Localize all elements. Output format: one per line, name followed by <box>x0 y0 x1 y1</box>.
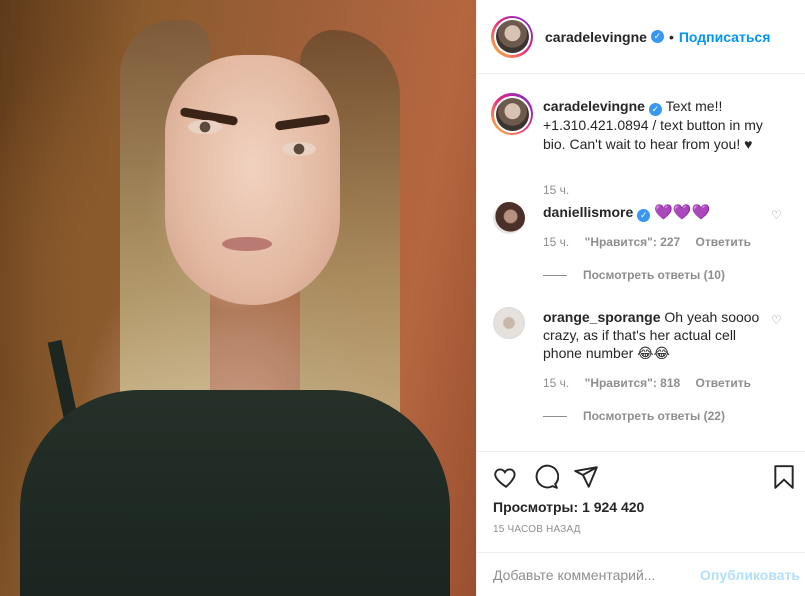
author-username[interactable]: caradelevingne <box>545 29 647 45</box>
view-replies-button[interactable]: Посмотреть ответы (10) <box>543 268 725 282</box>
verified-badge-icon: ✓ <box>648 103 662 116</box>
caption-time[interactable]: 15 ч. <box>543 183 569 197</box>
verified-badge-icon: ✓ <box>650 30 664 43</box>
publish-button[interactable]: Опубликовать <box>700 567 800 583</box>
photo-face <box>165 55 340 305</box>
comment-meta: 15 ч. "Нравится": 227 Ответить <box>543 235 763 249</box>
reply-button[interactable]: Ответить <box>696 376 751 390</box>
reply-button[interactable]: Ответить <box>696 235 751 249</box>
views-label: Просмотры: <box>493 499 579 515</box>
commenter-avatar[interactable] <box>493 202 525 234</box>
view-replies-label: Посмотреть ответы (22) <box>583 409 725 423</box>
comment-item: daniellismore ✓ 💜💜💜 ♡ 15 ч. "Нравится": 2… <box>493 202 793 292</box>
photo-lips <box>222 237 272 251</box>
comment-meta: 15 ч. "Нравится": 818 Ответить <box>543 376 763 390</box>
comment-item: orange_sporange Oh yeah soooo crazy, as … <box>493 307 793 427</box>
bookmark-icon-svg <box>774 465 794 489</box>
comment-body: daniellismore ✓ 💜💜💜 <box>543 203 763 222</box>
caption-avatar[interactable] <box>491 93 533 135</box>
post-sidebar: caradelevingne ✓ • Подписаться caradelev… <box>476 0 805 596</box>
post-timestamp[interactable]: 15 ЧАСОВ НАЗАД <box>493 524 581 535</box>
share-icon[interactable] <box>573 464 601 492</box>
comment-text: 💜💜💜 <box>654 204 711 221</box>
header-separator: • <box>668 28 674 45</box>
caption-username[interactable]: caradelevingne <box>543 98 645 114</box>
replies-divider <box>543 274 567 276</box>
commenter-username[interactable]: daniellismore <box>543 204 633 220</box>
like-comment-heart-icon[interactable]: ♡ <box>771 209 783 221</box>
view-replies-label: Посмотреть ответы (10) <box>583 268 725 282</box>
post-header: caradelevingne ✓ • Подписаться <box>477 0 805 74</box>
comment-input[interactable]: Добавьте комментарий... <box>493 567 655 583</box>
caption-text: caradelevingne ✓ Text me!! +1.310.421.089… <box>543 97 783 154</box>
verified-badge-icon: ✓ <box>637 209 651 222</box>
author-avatar[interactable] <box>491 15 533 58</box>
comment-likes[interactable]: "Нравится": 227 <box>585 235 681 249</box>
follow-button[interactable]: Подписаться <box>679 29 771 45</box>
post-actions: Просмотры: 1 924 420 15 ЧАСОВ НАЗАД <box>477 451 805 551</box>
like-comment-heart-icon[interactable]: ♡ <box>771 314 783 326</box>
comments-section[interactable]: caradelevingne ✓ Text me!! +1.310.421.089… <box>477 75 805 451</box>
comment-body: orange_sporange Oh yeah soooo crazy, as … <box>543 308 763 362</box>
view-replies-button[interactable]: Посмотреть ответы (22) <box>543 409 725 423</box>
replies-divider <box>543 415 567 417</box>
comment-icon[interactable] <box>533 464 561 492</box>
photo-eye-left <box>188 120 222 134</box>
post-media-video[interactable] <box>0 0 476 596</box>
author-avatar-image <box>495 20 529 53</box>
comment-time[interactable]: 15 ч. <box>543 376 569 390</box>
share-icon-svg <box>574 466 598 488</box>
heart-icon[interactable] <box>493 464 521 492</box>
photo-top <box>20 390 450 596</box>
header-text: caradelevingne ✓ • Подписаться <box>545 29 770 45</box>
comment-likes[interactable]: "Нравится": 818 <box>585 376 681 390</box>
commenter-avatar[interactable] <box>493 307 525 339</box>
heart-icon-svg <box>494 468 516 488</box>
views-count[interactable]: Просмотры: 1 924 420 <box>493 499 644 515</box>
add-comment-bar: Добавьте комментарий... Опубликовать <box>477 552 805 596</box>
commenter-username[interactable]: orange_sporange <box>543 309 660 325</box>
bookmark-icon[interactable] <box>771 464 799 492</box>
photo-eye-right <box>282 142 316 156</box>
comment-time[interactable]: 15 ч. <box>543 235 569 249</box>
comment-icon-svg <box>535 464 560 489</box>
views-number: 1 924 420 <box>582 499 645 515</box>
